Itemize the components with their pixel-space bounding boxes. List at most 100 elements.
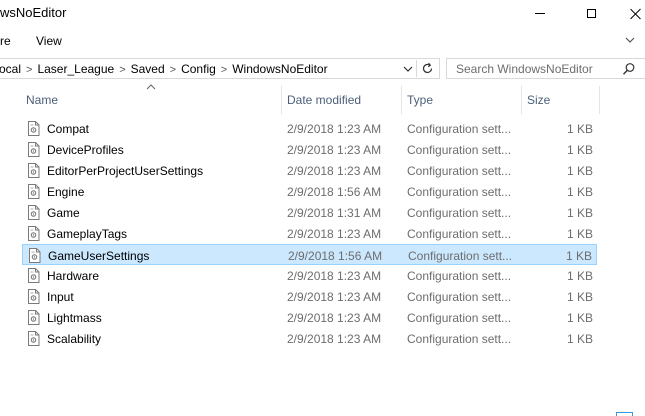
address-bar[interactable]: ocal > Laser_League > Saved > Config > WindowsNo… xyxy=(0,58,440,79)
file-row[interactable]: Game 2/9/2018 1:31 AM Configuration sett..… xyxy=(22,202,597,223)
file-row[interactable]: Scalability 2/9/2018 1:23 AM Configuration… xyxy=(22,328,597,349)
file-size: 1 KB xyxy=(566,185,593,199)
refresh-icon xyxy=(422,62,432,74)
file-size: 1 KB xyxy=(566,269,593,283)
tab-view[interactable]: View xyxy=(36,34,62,48)
config-file-icon xyxy=(27,205,40,220)
column-header-size[interactable]: Size xyxy=(527,93,550,107)
breadcrumb-separator[interactable]: > xyxy=(170,64,176,76)
file-row[interactable]: Hardware 2/9/2018 1:23 AM Configuration se… xyxy=(22,265,597,286)
file-name: EditorPerProjectUserSettings xyxy=(47,164,204,178)
file-size: 1 KB xyxy=(565,249,592,263)
file-size: 1 KB xyxy=(566,311,593,325)
file-date-modified: 2/9/2018 1:56 AM xyxy=(287,185,382,199)
title-bar: wsNoEditor xyxy=(0,0,645,27)
chevron-down-icon xyxy=(403,66,413,72)
file-date-modified: 2/9/2018 1:23 AM xyxy=(287,332,382,346)
breadcrumb-windowsnoeditor[interactable]: WindowsNoEditor xyxy=(232,62,327,76)
breadcrumb-separator[interactable]: > xyxy=(119,64,125,76)
file-row[interactable]: Engine 2/9/2018 1:56 AM Configuration sett… xyxy=(22,181,597,202)
file-type: Configuration sett... xyxy=(407,290,512,304)
file-size: 1 KB xyxy=(566,227,593,241)
file-row[interactable]: Compat 2/9/2018 1:23 AM Configuration sett… xyxy=(22,118,597,139)
file-type: Configuration sett... xyxy=(407,143,512,157)
column-divider[interactable] xyxy=(599,86,600,114)
file-row[interactable]: Input 2/9/2018 1:23 AM Configuration sett.… xyxy=(22,286,597,307)
search-box[interactable]: Search WindowsNoEditor xyxy=(446,58,645,79)
file-row[interactable]: GameUserSettings 2/9/2018 1:56 AM Configur… xyxy=(22,244,597,265)
file-date-modified: 2/9/2018 1:31 AM xyxy=(287,206,382,220)
column-divider[interactable] xyxy=(401,86,402,114)
file-row[interactable]: Lightmass 2/9/2018 1:23 AM Configuration s… xyxy=(22,307,597,328)
address-history-dropdown[interactable] xyxy=(401,61,415,76)
file-type: Configuration sett... xyxy=(407,311,512,325)
file-name: Input xyxy=(47,290,74,304)
window-edge-indicator xyxy=(616,412,633,416)
search-input[interactable]: Search WindowsNoEditor xyxy=(456,62,593,76)
file-type: Configuration sett... xyxy=(407,122,512,136)
column-header-date[interactable]: Date modified xyxy=(287,93,361,107)
close-button[interactable] xyxy=(613,0,645,27)
column-divider[interactable] xyxy=(521,86,522,114)
file-name: Engine xyxy=(47,185,85,199)
config-file-icon xyxy=(27,331,40,346)
breadcrumb-config[interactable]: Config xyxy=(181,62,216,76)
file-type: Configuration sett... xyxy=(408,249,513,263)
expand-ribbon-chevron-icon[interactable] xyxy=(623,33,637,47)
column-header-name[interactable]: Name xyxy=(26,93,58,107)
config-file-icon xyxy=(27,226,40,241)
config-file-icon xyxy=(27,310,40,325)
file-type: Configuration sett... xyxy=(407,269,512,283)
breadcrumb-local[interactable]: ocal xyxy=(0,62,21,76)
file-type: Configuration sett... xyxy=(407,332,512,346)
window-title: wsNoEditor xyxy=(0,5,67,20)
search-icon[interactable] xyxy=(622,62,636,76)
file-type: Configuration sett... xyxy=(407,227,512,241)
file-size: 1 KB xyxy=(566,143,593,157)
minimize-button[interactable] xyxy=(517,0,563,27)
file-row[interactable]: GameplayTags 2/9/2018 1:23 AM Configuratio… xyxy=(22,223,597,244)
column-divider[interactable] xyxy=(281,86,282,114)
breadcrumb-separator[interactable]: > xyxy=(221,64,227,76)
breadcrumb-separator[interactable]: > xyxy=(26,64,32,76)
file-name: Scalability xyxy=(47,332,102,346)
config-file-icon xyxy=(27,142,40,157)
file-name: GameplayTags xyxy=(47,227,128,241)
breadcrumb-laser-league[interactable]: Laser_League xyxy=(37,62,114,76)
config-file-icon xyxy=(27,268,40,283)
file-name: Hardware xyxy=(47,269,100,283)
file-type: Configuration sett... xyxy=(407,164,512,178)
ribbon: re View xyxy=(0,27,645,53)
file-name: Compat xyxy=(47,122,90,136)
minimize-icon xyxy=(535,13,545,14)
file-name: Game xyxy=(47,206,80,220)
refresh-button[interactable] xyxy=(416,60,437,77)
config-file-icon xyxy=(27,184,40,199)
file-row[interactable]: DeviceProfiles 2/9/2018 1:23 AM Configurat… xyxy=(22,139,597,160)
file-size: 1 KB xyxy=(566,290,593,304)
file-type: Configuration sett... xyxy=(407,206,512,220)
file-name: DeviceProfiles xyxy=(47,143,124,157)
file-date-modified: 2/9/2018 1:23 AM xyxy=(287,227,382,241)
file-date-modified: 2/9/2018 1:23 AM xyxy=(287,290,382,304)
column-header-type[interactable]: Type xyxy=(407,93,433,107)
file-size: 1 KB xyxy=(566,122,593,136)
file-date-modified: 2/9/2018 1:23 AM xyxy=(287,164,382,178)
file-type: Configuration sett... xyxy=(407,185,512,199)
file-date-modified: 2/9/2018 1:23 AM xyxy=(287,269,382,283)
file-size: 1 KB xyxy=(566,164,593,178)
tab-share[interactable]: re xyxy=(0,34,11,48)
file-date-modified: 2/9/2018 1:56 AM xyxy=(288,249,383,263)
config-file-icon xyxy=(27,163,40,178)
file-row[interactable]: EditorPerProjectUserSettings 2/9/2018 1:2… xyxy=(22,160,597,181)
column-header-row: Name Date modified Type Size xyxy=(0,86,645,114)
maximize-button[interactable] xyxy=(568,0,614,27)
maximize-icon xyxy=(586,9,596,18)
file-name: GameUserSettings xyxy=(48,249,150,263)
close-icon xyxy=(630,8,642,20)
file-size: 1 KB xyxy=(566,332,593,346)
file-name: Lightmass xyxy=(47,311,102,325)
file-date-modified: 2/9/2018 1:23 AM xyxy=(287,143,382,157)
breadcrumb-saved[interactable]: Saved xyxy=(131,62,165,76)
config-file-icon xyxy=(28,248,41,263)
